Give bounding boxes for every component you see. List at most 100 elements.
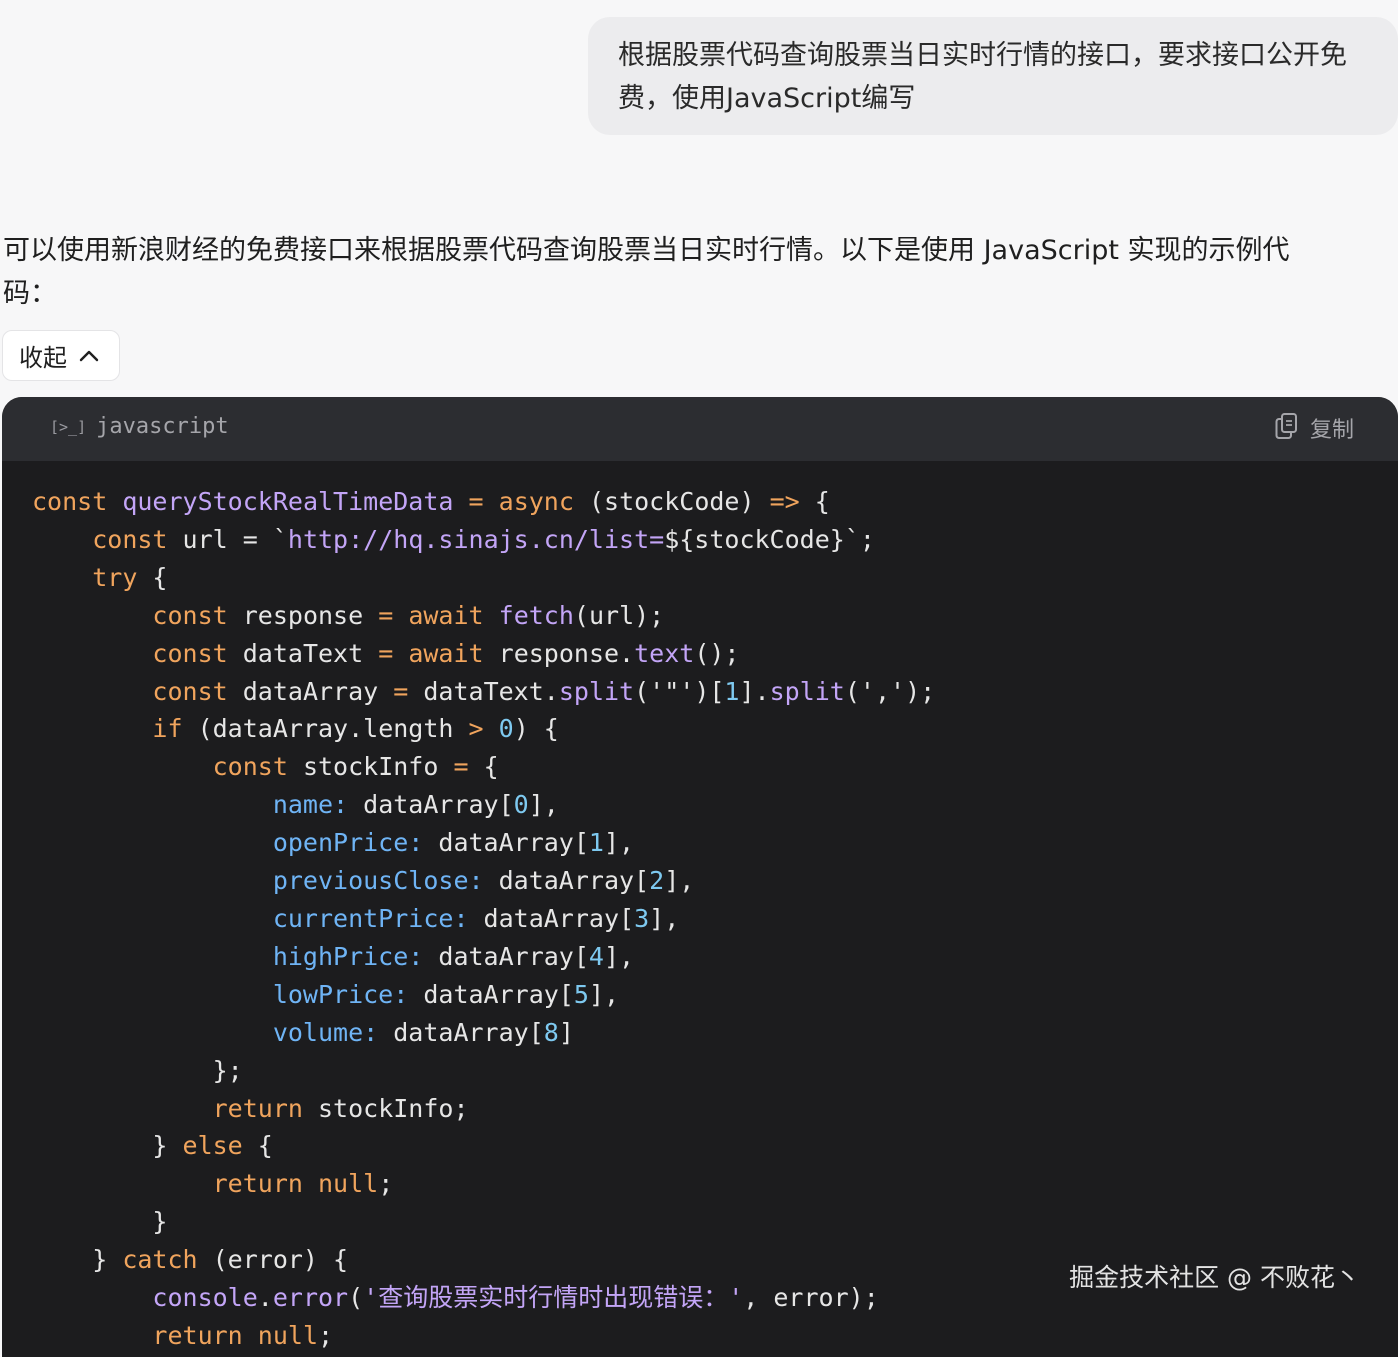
code-token: 5 — [573, 979, 589, 1009]
code-token: ] — [558, 1017, 574, 1047]
code-token: = — [393, 676, 409, 706]
code-token: (dataArray.length — [182, 714, 469, 744]
code-token: , error); — [743, 1283, 879, 1313]
code-token: currentPrice: — [272, 903, 469, 933]
code-token: stockInfo — [287, 752, 454, 782]
code-token: ], — [649, 903, 680, 933]
code-token: response. — [483, 638, 635, 668]
code-token: = — [378, 600, 394, 630]
assistant-intro-line: 可以使用新浪财经的免费接口来根据股票代码查询股票当日实时行情。以下是使用 Jav… — [3, 235, 1290, 266]
code-line: try { — [32, 559, 1398, 597]
code-token: split — [558, 676, 635, 706]
code-token: } — [32, 1207, 168, 1237]
code-token: const — [152, 676, 228, 706]
code-line: openPrice: dataArray[1], — [32, 824, 1398, 862]
code-token: error — [272, 1283, 349, 1313]
code-token: dataArray[ — [423, 941, 589, 971]
collapse-button[interactable]: 收起 — [2, 330, 120, 381]
code-token: ('"')[ — [634, 676, 725, 706]
code-token: dataArray[ — [378, 1017, 544, 1047]
code-line: const url = `http://hq.sinajs.cn/list=${… — [32, 521, 1398, 559]
code-line: lowPrice: dataArray[5], — [32, 976, 1398, 1014]
code-token: fetch — [498, 600, 574, 630]
code-line: name: dataArray[0], — [32, 786, 1398, 824]
assistant-intro-text: 可以使用新浪财经的免费接口来根据股票代码查询股票当日实时行情。以下是使用 Jav… — [3, 229, 1395, 315]
code-token: ) { — [513, 714, 559, 744]
code-line: return stockInfo; — [32, 1090, 1398, 1128]
code-token: dataArray[ — [468, 903, 635, 933]
code-token: 0 — [498, 714, 514, 744]
code-token: dataArray[ — [423, 828, 589, 858]
code-token: dataText. — [408, 676, 559, 706]
code-content: const queryStockRealTimeData = async (st… — [2, 461, 1398, 1355]
user-message-line: 根据股票代码查询股票当日实时行情的接口，要求接口公开免 — [618, 40, 1347, 71]
code-token: const — [32, 487, 108, 516]
code-token: http://hq.sinajs.cn/list= — [287, 524, 665, 554]
user-message-line: 费，使用JavaScript编写 — [618, 83, 916, 114]
code-token: } — [32, 1245, 123, 1275]
code-token: queryStockRealTimeData — [122, 487, 454, 516]
code-token: . — [257, 1283, 273, 1313]
code-token: => — [769, 487, 800, 516]
code-token: } — [32, 1131, 183, 1161]
code-line: return null; — [32, 1165, 1398, 1203]
code-token: url = ` — [167, 524, 288, 554]
code-token: const — [152, 600, 228, 630]
code-line: } — [32, 1203, 1398, 1241]
code-line: const response = await fetch(url); — [32, 597, 1398, 635]
code-line: if (dataArray.length > 0) { — [32, 710, 1398, 748]
collapse-button-label: 收起 — [19, 344, 67, 372]
code-token: response — [227, 600, 379, 630]
code-token: (error) { — [197, 1245, 349, 1275]
code-token: 1 — [724, 676, 740, 706]
code-token: text — [634, 638, 695, 668]
code-token: ], — [588, 979, 620, 1009]
code-token: { — [799, 487, 830, 516]
code-token: else — [182, 1131, 243, 1161]
code-token: highPrice: — [272, 941, 424, 971]
code-token: 1 — [588, 828, 604, 858]
code-token: (url); — [573, 600, 665, 630]
terminal-icon: [>_] — [50, 417, 87, 436]
code-token: dataArray[ — [483, 866, 650, 896]
copy-button[interactable]: 复制 — [1274, 412, 1354, 444]
code-token: { — [468, 752, 499, 782]
code-line: volume: dataArray[8] — [32, 1014, 1398, 1052]
code-token: ; — [318, 1320, 334, 1350]
code-token: { — [137, 562, 168, 592]
code-token: = — [453, 752, 469, 782]
code-line: const dataArray = dataText.split('"')[1]… — [32, 673, 1398, 711]
code-token: ], — [603, 828, 635, 858]
code-token: console — [152, 1283, 258, 1313]
code-token: return — [152, 1320, 243, 1350]
code-token: await — [408, 600, 484, 630]
code-line: }; — [32, 1052, 1398, 1090]
code-token: const — [212, 752, 288, 782]
code-token: ]. — [739, 676, 770, 706]
code-token: catch — [122, 1245, 198, 1275]
code-token: 4 — [588, 941, 604, 971]
code-line: const stockInfo = { — [32, 748, 1398, 786]
code-token: 0 — [513, 790, 529, 820]
code-token: split — [769, 676, 845, 706]
chevron-up-icon — [79, 349, 99, 363]
code-token: null — [318, 1169, 379, 1199]
code-language: [>_] javascript — [50, 414, 229, 439]
code-token: stockInfo; — [302, 1093, 469, 1123]
code-token: ${stockCode}`; — [664, 524, 875, 554]
code-token: try — [92, 562, 138, 592]
code-token: ; — [378, 1169, 394, 1199]
